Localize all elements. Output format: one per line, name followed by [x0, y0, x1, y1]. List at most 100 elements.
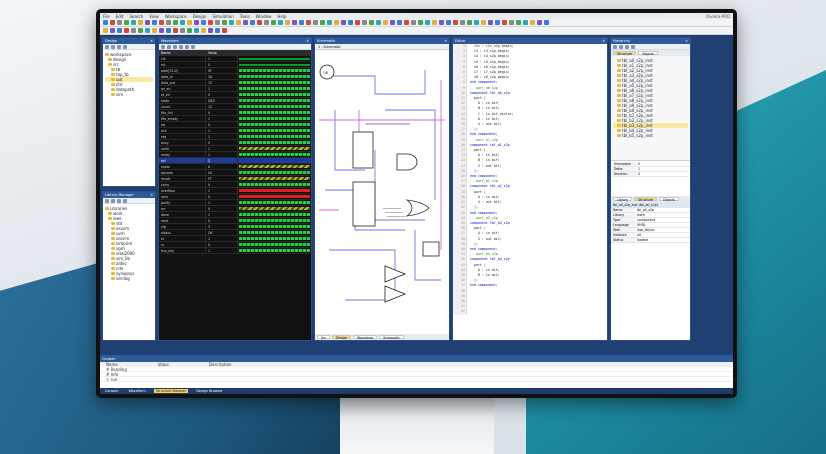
- toolbar-button-icon[interactable]: [103, 20, 108, 25]
- toolbar-button-icon[interactable]: [145, 28, 150, 33]
- toolbar-button-icon[interactable]: [208, 28, 213, 33]
- filter-icon[interactable]: [625, 44, 629, 49]
- toolbar-button-icon[interactable]: [201, 20, 206, 25]
- toolbar-button-icon[interactable]: [187, 28, 192, 33]
- signal-waveform[interactable]: [237, 182, 311, 187]
- signal-waveform[interactable]: [237, 86, 311, 91]
- add-library-icon[interactable]: [105, 198, 109, 203]
- toolbar-button-icon[interactable]: [383, 20, 388, 25]
- toolbar-button-icon[interactable]: [320, 20, 325, 25]
- signal-waveform[interactable]: [237, 110, 311, 115]
- toolbar-button-icon[interactable]: [285, 20, 290, 25]
- toolbar-button-icon[interactable]: [530, 20, 535, 25]
- schematic-tab-schematic[interactable]: Schematic: [379, 335, 404, 340]
- toolbar-button-icon[interactable]: [341, 20, 346, 25]
- signal-waveform[interactable]: [237, 164, 311, 169]
- signal-waveform[interactable]: [237, 68, 311, 73]
- signal-waveform[interactable]: [237, 98, 311, 103]
- toolbar-button-icon[interactable]: [173, 28, 178, 33]
- toolbar-button-icon[interactable]: [523, 20, 528, 25]
- toolbar-button-icon[interactable]: [180, 20, 185, 25]
- menu-tools[interactable]: Tools: [240, 14, 250, 19]
- property-value[interactable]: component: [635, 218, 655, 222]
- code-line[interactable]: component tbl_a4_s2p: [470, 257, 514, 262]
- toolbar-button-icon[interactable]: [418, 20, 423, 25]
- new-icon[interactable]: [105, 44, 109, 49]
- toolbar-button-icon[interactable]: [103, 28, 108, 33]
- toolbar-button-icon[interactable]: [131, 28, 136, 33]
- schematic-tab-design[interactable]: Design: [332, 335, 352, 340]
- signal-waveform[interactable]: [237, 212, 311, 217]
- property-value[interactable]: VHDL: [635, 223, 646, 227]
- add-signal-icon[interactable]: [185, 44, 189, 49]
- toolbar-button-icon[interactable]: [124, 20, 129, 25]
- menu-file[interactable]: File: [103, 14, 110, 19]
- status-tab-design-browser[interactable]: Design Browser: [194, 389, 225, 393]
- toolbar-button-icon[interactable]: [439, 20, 444, 25]
- toolbar-button-icon[interactable]: [271, 20, 276, 25]
- tree-item[interactable]: sim: [105, 92, 153, 97]
- toolbar-button-icon[interactable]: [516, 20, 521, 25]
- toolbar-button-icon[interactable]: [117, 28, 122, 33]
- toolbar-button-icon[interactable]: [187, 20, 192, 25]
- menu-window[interactable]: Window: [256, 14, 272, 19]
- toolbar-button-icon[interactable]: [355, 20, 360, 25]
- tab-objects[interactable]: Objects: [637, 51, 658, 56]
- toolbar-button-icon[interactable]: [544, 20, 549, 25]
- menu-design[interactable]: Design: [193, 14, 207, 19]
- tab-structure[interactable]: Structure: [613, 51, 636, 56]
- tree-item[interactable]: verilog: [105, 276, 153, 281]
- close-icon[interactable]: ✕: [685, 38, 688, 44]
- tab-objects[interactable]: Objects: [658, 197, 680, 202]
- property-value[interactable]: u0: [635, 233, 641, 237]
- toolbar-button-icon[interactable]: [502, 20, 507, 25]
- property-value[interactable]: work: [635, 213, 645, 217]
- property-value[interactable]: loaded: [635, 238, 648, 242]
- toolbar-button-icon[interactable]: [411, 20, 416, 25]
- value-column-header[interactable]: Value: [205, 50, 237, 55]
- signal-waveform[interactable]: [237, 128, 311, 133]
- source-text[interactable]: i2c : i2c_s2p_begin; i3 : i3_s2p_begin; …: [467, 44, 514, 315]
- tab-library[interactable]: Library: [613, 197, 633, 202]
- zoom-in-icon[interactable]: [161, 44, 165, 49]
- signal-waveform[interactable]: [237, 176, 311, 181]
- code-line[interactable]: component tbl_a2_s2p: [470, 184, 514, 189]
- toolbar-button-icon[interactable]: [369, 20, 374, 25]
- status-tab-console[interactable]: Console: [103, 389, 120, 393]
- toolbar-button-icon[interactable]: [166, 28, 171, 33]
- toolbar-button-icon[interactable]: [474, 20, 479, 25]
- toolbar-button-icon[interactable]: [334, 20, 339, 25]
- toolbar-button-icon[interactable]: [327, 20, 332, 25]
- compile-icon[interactable]: [117, 198, 121, 203]
- property-value[interactable]: /top_tb/uut: [635, 228, 655, 232]
- toolbar-button-icon[interactable]: [180, 28, 185, 33]
- toolbar-button-icon[interactable]: [509, 20, 514, 25]
- signal-waveform[interactable]: [237, 140, 311, 145]
- toolbar-button-icon[interactable]: [215, 28, 220, 33]
- signal-waveform[interactable]: [237, 92, 311, 97]
- toolbar-button-icon[interactable]: [236, 20, 241, 25]
- signal-waveform[interactable]: [237, 170, 311, 175]
- signal-row[interactable]: bus_req 1: [159, 248, 311, 254]
- close-icon[interactable]: ✕: [602, 38, 605, 44]
- toolbar-button-icon[interactable]: [292, 20, 297, 25]
- menu-search[interactable]: Search: [129, 14, 143, 19]
- toolbar-button-icon[interactable]: [278, 20, 283, 25]
- toolbar-button-icon[interactable]: [201, 28, 206, 33]
- status-tab-waveform[interactable]: Waveform: [126, 389, 147, 393]
- toolbar-button-icon[interactable]: [152, 28, 157, 33]
- menu-workspace[interactable]: Workspace: [165, 14, 187, 19]
- toolbar-button-icon[interactable]: [495, 20, 500, 25]
- toolbar-button-icon[interactable]: [194, 20, 199, 25]
- menu-view[interactable]: View: [149, 14, 159, 19]
- menu-help[interactable]: Help: [277, 14, 286, 19]
- toolbar-button-icon[interactable]: [537, 20, 542, 25]
- signal-waveform[interactable]: [237, 56, 311, 61]
- console-column-header[interactable]: Name: [106, 362, 118, 367]
- refresh-icon[interactable]: [123, 44, 127, 49]
- back-icon[interactable]: [613, 44, 617, 49]
- signal-waveform[interactable]: [237, 74, 311, 79]
- toolbar-button-icon[interactable]: [299, 20, 304, 25]
- schematic-tab-src[interactable]: Src: [317, 335, 331, 340]
- signal-waveform[interactable]: [237, 188, 311, 193]
